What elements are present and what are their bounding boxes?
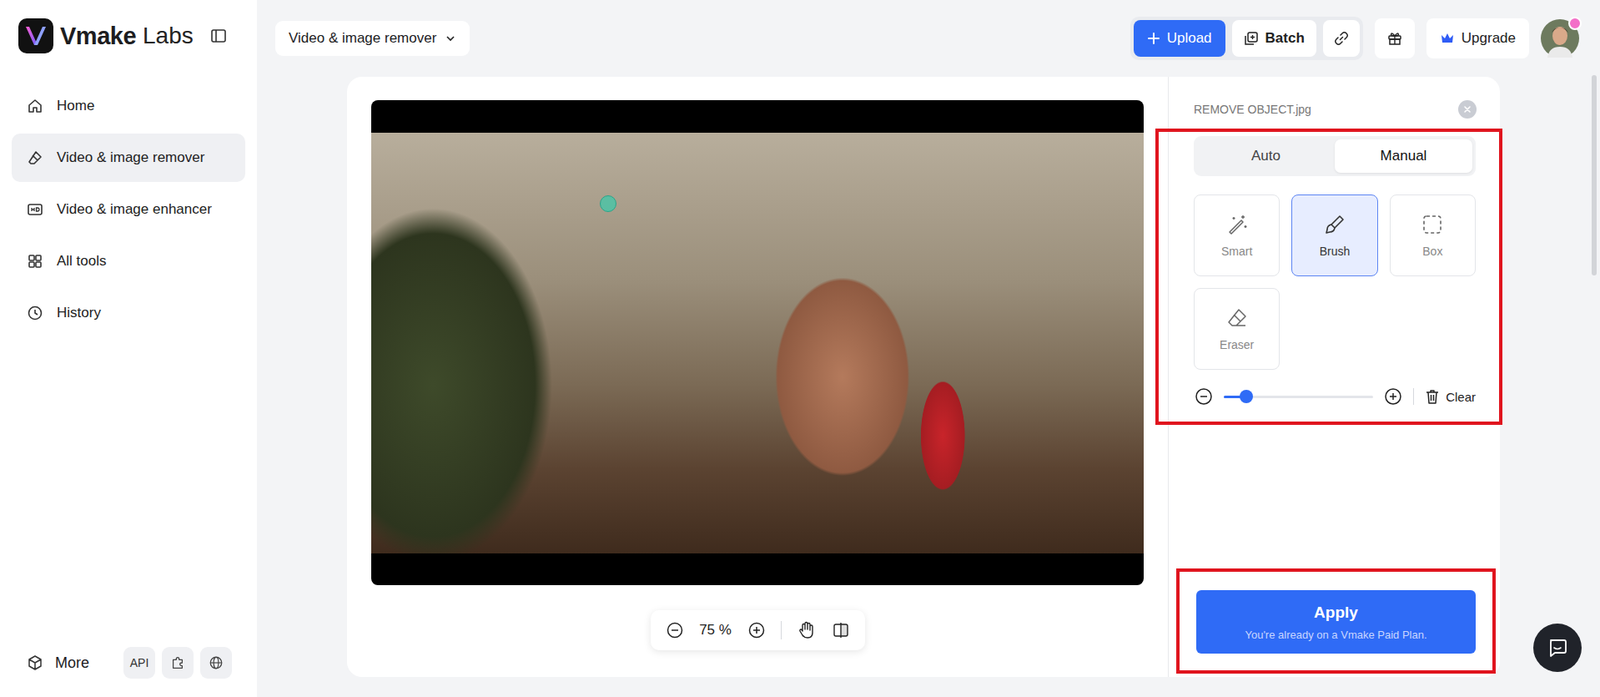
- mode-tab[interactable]: Manual: [1334, 139, 1473, 173]
- zoom-out-icon[interactable]: [665, 620, 685, 639]
- sidebar-item[interactable]: Video & image enhancer: [11, 185, 246, 234]
- upload-button[interactable]: Upload: [1133, 20, 1226, 57]
- link-icon: [1333, 30, 1349, 46]
- badge-icon: [1568, 16, 1582, 31]
- tool-label: Brush: [1319, 244, 1351, 258]
- eraser-icon: [1225, 306, 1249, 330]
- scrollbar[interactable]: [1591, 75, 1597, 276]
- tool-button[interactable]: Brush: [1291, 194, 1378, 277]
- sidebar-item-label: Video & image enhancer: [56, 201, 212, 218]
- trash-icon: [1423, 387, 1441, 405]
- extension-button[interactable]: [161, 646, 194, 679]
- close-button[interactable]: [1458, 100, 1477, 119]
- tool-button[interactable]: Eraser: [1193, 287, 1280, 370]
- clock-icon: [26, 304, 44, 322]
- sidebar-nav: Home Video & image remover Video & image e…: [11, 81, 246, 338]
- top-bar: Video & image remover UploadBatch Upgrade: [256, 0, 1600, 77]
- editor-card: 75 % REMOVE OBJECT.jpg AutoManual Smart Brus…: [347, 76, 1500, 677]
- zoom-in-icon[interactable]: [747, 620, 766, 639]
- sidebar-item[interactable]: Home: [11, 81, 246, 131]
- canvas-area: 75 %: [347, 76, 1168, 677]
- globe-icon: [208, 654, 224, 670]
- logo-icon: [18, 18, 54, 54]
- size-plus-icon[interactable]: [1383, 386, 1404, 407]
- gift-icon: [1386, 30, 1404, 47]
- photo: [371, 132, 1144, 554]
- compare-icon[interactable]: [831, 620, 851, 639]
- language-button[interactable]: [200, 646, 232, 679]
- box-select-icon: [1420, 212, 1445, 237]
- more-button[interactable]: More: [26, 654, 90, 672]
- sidebar-item[interactable]: Video & image remover: [11, 133, 246, 182]
- chevron-down-icon: [444, 32, 457, 45]
- sidebar-toggle-icon[interactable]: [210, 27, 227, 45]
- plus-icon: [1147, 31, 1161, 46]
- home-icon: [26, 97, 44, 115]
- sidebar-item[interactable]: History: [11, 288, 246, 338]
- clear-button[interactable]: Clear: [1423, 387, 1476, 405]
- puzzle-icon: [170, 654, 186, 670]
- tool-button[interactable]: Smart: [1193, 194, 1280, 277]
- hand-icon[interactable]: [796, 619, 817, 640]
- tool-panel: REMOVE OBJECT.jpg AutoManual Smart Brush Box…: [1167, 76, 1500, 677]
- grid-icon: [26, 252, 44, 270]
- more-label: More: [55, 654, 90, 672]
- mode-tabs: AutoManual: [1193, 135, 1476, 177]
- crown-icon: [1439, 31, 1455, 46]
- logo[interactable]: VmakeLabs: [11, 18, 246, 54]
- apply-button[interactable]: ApplyYou're already on a Vmake Paid Plan…: [1196, 589, 1476, 654]
- sidebar-item-label: Home: [56, 97, 95, 115]
- sidebar-item-label: History: [56, 304, 101, 322]
- link-button[interactable]: [1323, 20, 1360, 57]
- highlight-frame: ApplyYou're already on a Vmake Paid Plan…: [1176, 568, 1496, 674]
- sidebar-item-label: All tools: [56, 252, 107, 270]
- tool-select[interactable]: Video & image remover: [275, 20, 470, 56]
- logo-brand: Vmake: [60, 22, 136, 51]
- brush-size-slider[interactable]: [1223, 395, 1374, 398]
- app-window: VmakeLabsHomeVideo & image removerVideo …: [0, 0, 1600, 697]
- brush-cursor-icon: [599, 195, 617, 212]
- size-minus-icon[interactable]: [1193, 386, 1214, 407]
- close-icon: [1463, 105, 1472, 114]
- eraser-icon: [26, 149, 44, 167]
- tool-label: Smart: [1221, 244, 1253, 258]
- magic-wand-icon: [1225, 212, 1249, 237]
- brush-icon: [1323, 212, 1347, 237]
- plan-note: You're already on a Vmake Paid Plan.: [1244, 628, 1427, 641]
- logo-sub: Labs: [142, 22, 194, 50]
- brush-size-row: Clear: [1193, 386, 1476, 413]
- sidebar: VmakeLabs Home Video & image remover Video …: [0, 0, 257, 697]
- sidebar-item[interactable]: All tools: [11, 236, 246, 286]
- tool-select-label: Video & image remover: [288, 30, 437, 47]
- api-button[interactable]: API: [123, 646, 156, 679]
- user-avatar[interactable]: [1540, 19, 1580, 58]
- image-viewport[interactable]: [371, 100, 1144, 585]
- cube-icon: [26, 654, 44, 671]
- gift-button[interactable]: [1374, 18, 1415, 59]
- chat-icon: [1546, 636, 1569, 659]
- tool-button[interactable]: Box: [1389, 194, 1476, 277]
- upload-group: UploadBatch: [1130, 16, 1364, 61]
- zoom-level: 75 %: [699, 621, 733, 639]
- batch-icon: [1243, 30, 1259, 46]
- upgrade-button[interactable]: Upgrade: [1426, 18, 1530, 59]
- sidebar-item-label: Video & image remover: [56, 149, 205, 167]
- chat-button[interactable]: [1533, 623, 1582, 672]
- tool-label: Box: [1422, 244, 1443, 258]
- highlight-frame: AutoManual Smart Brush Box Eraser Clear: [1155, 128, 1503, 425]
- batch-button[interactable]: Batch: [1232, 20, 1317, 57]
- tool-grid: Smart Brush Box Eraser: [1193, 194, 1476, 370]
- tool-label: Eraser: [1219, 337, 1254, 352]
- hd-icon: [26, 201, 44, 218]
- sidebar-footer: More API: [11, 646, 246, 679]
- slider-thumb[interactable]: [1239, 389, 1253, 403]
- main-area: Video & image remover UploadBatch Upgrade 7…: [256, 0, 1600, 697]
- file-name: REMOVE OBJECT.jpg: [1193, 102, 1312, 116]
- zoom-toolbar: 75 %: [650, 609, 866, 650]
- mode-tab[interactable]: Auto: [1197, 139, 1335, 173]
